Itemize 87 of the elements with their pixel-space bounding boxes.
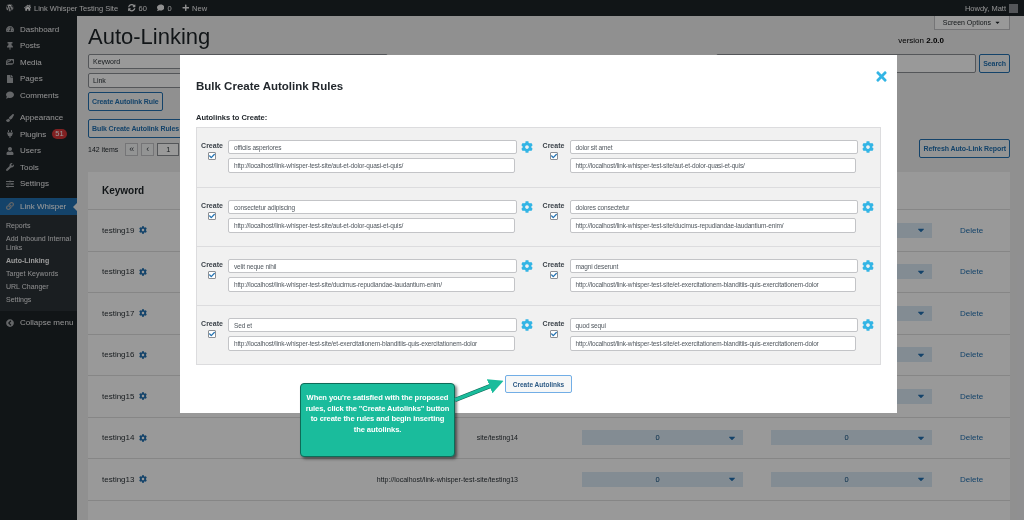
link-icon bbox=[6, 202, 14, 211]
checkbox[interactable] bbox=[208, 212, 216, 220]
gear-icon[interactable] bbox=[139, 309, 148, 318]
gear-icon[interactable] bbox=[139, 433, 148, 442]
home-icon bbox=[23, 4, 31, 12]
keyword-cell: testing16 bbox=[102, 350, 135, 360]
menu-label: Collapse menu bbox=[20, 318, 74, 328]
menu-item[interactable]: Posts bbox=[0, 37, 77, 54]
menu-item[interactable]: Appearance bbox=[0, 109, 77, 126]
gear-icon[interactable] bbox=[862, 141, 874, 153]
gear-icon[interactable] bbox=[520, 319, 533, 331]
version-text: version 2.0.0 bbox=[898, 36, 944, 45]
callout-arrow bbox=[454, 379, 504, 403]
sliders-icon bbox=[6, 179, 14, 188]
menu-label: Comments bbox=[20, 90, 59, 100]
checkbox[interactable] bbox=[549, 271, 558, 279]
checkbox[interactable] bbox=[208, 271, 216, 279]
checkbox[interactable] bbox=[208, 330, 216, 338]
menu-label: Appearance bbox=[20, 113, 64, 123]
checkbox[interactable] bbox=[549, 330, 558, 338]
menu-item[interactable]: Link Whisper bbox=[0, 198, 77, 215]
pin-icon bbox=[6, 41, 14, 50]
prev-page-button[interactable]: ‹ bbox=[141, 143, 155, 156]
gear-icon[interactable] bbox=[520, 201, 533, 213]
delete-link[interactable]: Delete bbox=[960, 433, 984, 443]
gear-icon[interactable] bbox=[520, 260, 533, 272]
checkbox[interactable] bbox=[208, 152, 216, 160]
delete-link[interactable]: Delete bbox=[960, 474, 984, 484]
keyword-cell: testing19 bbox=[102, 225, 135, 235]
page-title: Auto-Linking bbox=[88, 24, 211, 50]
menu-label: Link Whisper bbox=[20, 201, 67, 211]
gear-icon[interactable] bbox=[139, 392, 148, 401]
checkbox[interactable] bbox=[549, 212, 558, 220]
menu-item[interactable]: Comments bbox=[0, 87, 77, 104]
menu-label: Pages bbox=[20, 74, 43, 84]
plus-icon bbox=[181, 4, 190, 12]
comment-icon bbox=[156, 4, 165, 12]
column-header: Keyword bbox=[102, 185, 145, 196]
gear-icon[interactable] bbox=[520, 141, 533, 153]
caret-icon bbox=[994, 19, 1001, 26]
gear-icon[interactable] bbox=[139, 350, 148, 359]
modal-title: Bulk Create Autolink Rules bbox=[196, 80, 344, 92]
menu-item[interactable]: Media bbox=[0, 54, 77, 71]
menu-item[interactable]: Pages bbox=[0, 70, 77, 87]
images-icon bbox=[6, 58, 14, 67]
keyword-cell: testing17 bbox=[102, 308, 135, 318]
keyword-cell: testing18 bbox=[102, 267, 135, 277]
menu-item[interactable]: Tools bbox=[0, 159, 77, 176]
delete-link[interactable]: Delete bbox=[960, 350, 984, 360]
delete-link[interactable]: Delete bbox=[960, 308, 984, 318]
menu-label: Media bbox=[20, 57, 42, 67]
close-icon[interactable] bbox=[874, 69, 889, 84]
wrench-icon bbox=[6, 163, 14, 172]
paintbrush-icon bbox=[6, 113, 14, 122]
first-page-button[interactable]: « bbox=[125, 143, 139, 156]
refresh-icon bbox=[128, 4, 136, 12]
gear-icon[interactable] bbox=[139, 267, 148, 276]
delete-link[interactable]: Delete bbox=[960, 267, 984, 277]
gear-icon[interactable] bbox=[862, 201, 874, 213]
keyword-cell: testing13 bbox=[102, 474, 135, 484]
menu-label: Settings bbox=[20, 179, 49, 189]
keyword-cell: testing14 bbox=[102, 433, 135, 443]
comment-icon bbox=[6, 91, 14, 100]
logo-icon[interactable] bbox=[6, 4, 14, 12]
menu-label: Tools bbox=[20, 162, 39, 172]
gauge-icon bbox=[6, 25, 14, 34]
delete-link[interactable]: Delete bbox=[960, 391, 984, 401]
menu-label: Users bbox=[20, 146, 41, 156]
checkbox[interactable] bbox=[549, 152, 558, 160]
menu-item[interactable]: Dashboard bbox=[0, 21, 77, 38]
menu-label: Posts bbox=[20, 41, 40, 51]
user-icon bbox=[6, 146, 14, 155]
gear-icon[interactable] bbox=[862, 260, 874, 272]
menu-label: Dashboard bbox=[20, 24, 60, 34]
page-icon bbox=[6, 74, 14, 83]
menu-item[interactable]: Settings bbox=[0, 175, 77, 192]
gear-icon[interactable] bbox=[862, 319, 874, 331]
delete-link[interactable]: Delete bbox=[960, 225, 984, 235]
chevron-icon bbox=[6, 318, 14, 327]
gear-icon[interactable] bbox=[139, 475, 148, 484]
avatar bbox=[1009, 3, 1018, 13]
plug-icon bbox=[6, 130, 14, 139]
gear-icon[interactable] bbox=[139, 226, 148, 235]
collapse-menu[interactable]: Collapse menu bbox=[0, 314, 77, 331]
menu-label: Plugins bbox=[20, 129, 47, 139]
keyword-cell: testing15 bbox=[102, 391, 135, 401]
menu-item[interactable]: Users bbox=[0, 142, 77, 159]
